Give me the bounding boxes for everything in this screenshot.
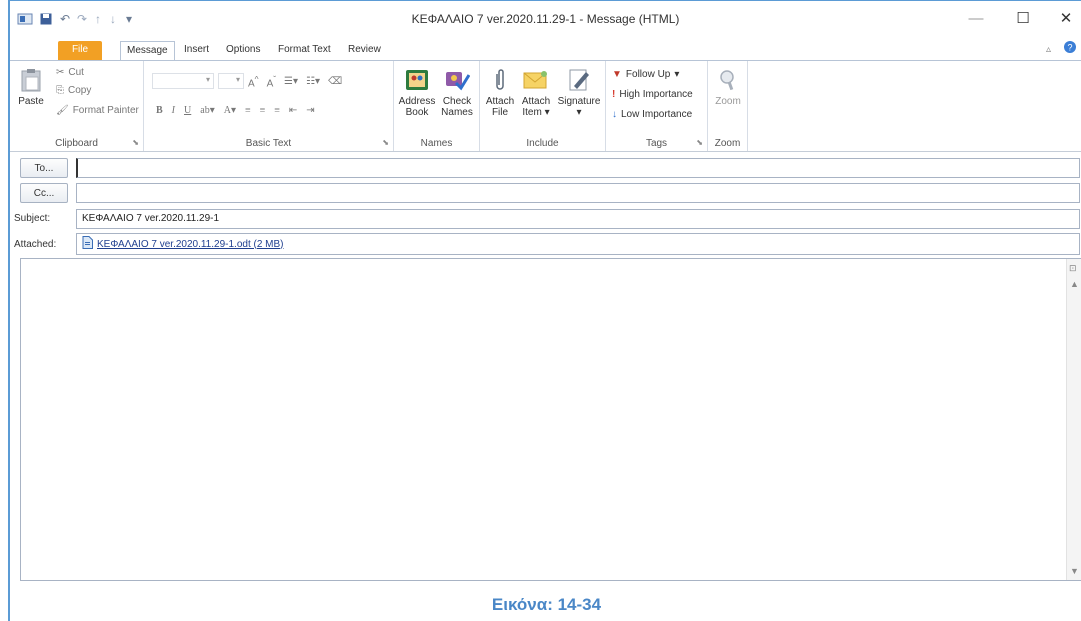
group-label: Include (526, 138, 559, 149)
flag-icon: ▼ (612, 69, 622, 80)
group-label: Names (420, 138, 453, 149)
document-icon (82, 236, 93, 252)
font-size-dropdown[interactable]: ▾ (218, 73, 244, 89)
window-title: ΚΕΦΑΛΑΙΟ 7 ver.2020.11.29-1 - Message (H… (411, 12, 680, 26)
to-field[interactable] (76, 158, 1080, 178)
dialog-launcher-icon[interactable]: ⬊ (696, 138, 703, 147)
to-button[interactable]: To... (20, 158, 68, 178)
numbering-icon[interactable]: ☷▾ (306, 76, 320, 87)
attachment-link[interactable]: ΚΕΦΑΛΑΙΟ 7 ver.2020.11.29-1.odt (2 MB) (97, 239, 284, 250)
tab-review[interactable]: Review (342, 41, 387, 60)
copy-icon: ⎘ (56, 85, 64, 96)
paste-button[interactable]: Paste (16, 67, 46, 107)
clear-formatting-icon[interactable]: ⌫ (328, 76, 342, 87)
underline-icon[interactable]: U (184, 105, 191, 116)
bold-icon[interactable]: B (156, 105, 163, 116)
highlight-icon[interactable]: ab▾ (200, 105, 214, 116)
close-button[interactable]: ✕ (1046, 5, 1081, 31)
address-book-icon (403, 67, 431, 93)
maximize-button[interactable]: ☐ (1003, 5, 1043, 31)
bullets-icon[interactable]: ☰▾ (284, 76, 298, 87)
tab-file[interactable]: File (58, 41, 102, 60)
shrink-font-icon[interactable]: Aˇ (267, 74, 276, 89)
tags-group: ▼ Follow Up ▾ ! High Importance ↓ Low Import… (606, 61, 708, 151)
group-label: Clipboard (55, 138, 98, 149)
increase-indent-icon[interactable]: ⇥ (306, 105, 314, 116)
minimize-button[interactable]: — (956, 5, 996, 31)
group-label: Tags (645, 138, 668, 149)
names-group: Address Book Check Names Names (394, 61, 480, 151)
align-left-icon[interactable]: ≡ (245, 105, 251, 116)
address-book-button[interactable]: Address Book (398, 67, 436, 118)
down-arrow-icon: ↓ (612, 109, 617, 120)
subject-field[interactable]: ΚΕΦΑΛΑΙΟ 7 ver.2020.11.29-1 (76, 209, 1080, 229)
clipboard-group: Paste ✂ Cut ⎘ Copy 🖌 Format Painter Clipboa… (10, 61, 144, 151)
cut-button[interactable]: ✂ Cut (56, 67, 84, 78)
figure-caption: Εικόνα: 14-34 (491, 595, 602, 614)
exclamation-icon: ! (612, 89, 616, 100)
attach-file-button[interactable]: Attach File (484, 67, 516, 118)
tab-options[interactable]: Options (220, 41, 266, 60)
outlook-message-window: ↶ ↷ ↑ ↓ ▾ ΚΕΦΑΛΑΙΟ 7 ver.2020.11.29-1 - … (8, 0, 1081, 621)
format-painter-button[interactable]: 🖌 Format Painter (56, 105, 139, 116)
ribbon-tabs: File Message Insert Options Format Text … (10, 38, 1081, 60)
cc-field[interactable] (76, 183, 1080, 203)
svg-text:?: ? (1067, 43, 1072, 53)
vertical-scrollbar[interactable]: ⊡ ▲ ▼ (1066, 259, 1081, 580)
group-label: Basic Text (245, 138, 292, 149)
brush-icon: 🖌 (56, 105, 69, 116)
grow-font-icon[interactable]: A^ (248, 74, 259, 89)
attach-item-button[interactable]: Attach Item ▾ (518, 67, 554, 118)
envelope-icon (522, 67, 550, 93)
copy-button[interactable]: ⎘ Copy (56, 85, 91, 96)
scissors-icon: ✂ (56, 67, 65, 78)
basic-text-group: ▾ ▾ A^ Aˇ ☰▾ ☷▾ ⌫ B I U ab▾ A▾ ≡ ≡ ≡ ⇤ ⇥… (144, 61, 394, 151)
minimize-ribbon-icon[interactable]: ▵ (1040, 41, 1057, 60)
font-size-tools: A^ Aˇ ☰▾ ☷▾ ⌫ (248, 74, 342, 89)
paperclip-icon (486, 67, 514, 93)
follow-up-button[interactable]: ▼ Follow Up ▾ (612, 69, 679, 80)
attached-field: ΚΕΦΑΛΑΙΟ 7 ver.2020.11.29-1.odt (2 MB) (76, 233, 1080, 255)
check-names-button[interactable]: Check Names (438, 67, 476, 118)
tab-insert[interactable]: Insert (178, 41, 215, 60)
subject-label: Subject: (14, 213, 51, 224)
low-importance-button[interactable]: ↓ Low Importance (612, 109, 692, 120)
title-bar: ↶ ↷ ↑ ↓ ▾ ΚΕΦΑΛΑΙΟ 7 ver.2020.11.29-1 - … (10, 1, 1081, 37)
signature-button[interactable]: Signature ▾ (556, 67, 602, 118)
zoom-button[interactable]: Zoom (710, 67, 746, 107)
tab-message[interactable]: Message (120, 41, 175, 60)
dialog-launcher-icon[interactable]: ⬊ (382, 138, 389, 147)
italic-icon[interactable]: I (172, 105, 175, 116)
align-right-icon[interactable]: ≡ (274, 105, 280, 116)
font-color-icon[interactable]: A▾ (224, 105, 236, 116)
signature-icon (565, 67, 593, 93)
dialog-launcher-icon[interactable]: ⬊ (132, 138, 139, 147)
clipboard-icon (17, 67, 45, 93)
ruler-icon[interactable]: ⊡ (1069, 263, 1077, 274)
zoom-group: Zoom Zoom (708, 61, 748, 151)
tab-format-text[interactable]: Format Text (272, 41, 337, 60)
help-icon[interactable]: ? (1058, 41, 1081, 60)
cc-button[interactable]: Cc... (20, 183, 68, 203)
format-tools: B I U ab▾ A▾ ≡ ≡ ≡ ⇤ ⇥ (156, 105, 315, 116)
include-group: Attach File Attach Item ▾ Signature ▾ In… (480, 61, 606, 151)
align-center-icon[interactable]: ≡ (260, 105, 266, 116)
group-label: Zoom (714, 138, 741, 149)
ribbon: Paste ✂ Cut ⎘ Copy 🖌 Format Painter Clipboa… (10, 60, 1081, 152)
message-body[interactable]: ⊡ ▲ ▼ (20, 258, 1081, 581)
decrease-indent-icon[interactable]: ⇤ (289, 105, 297, 116)
check-names-icon (443, 67, 471, 93)
attached-label: Attached: (14, 239, 57, 250)
font-name-dropdown[interactable]: ▾ (152, 73, 214, 89)
high-importance-button[interactable]: ! High Importance (612, 89, 693, 100)
magnifier-icon (714, 67, 742, 93)
scroll-down-icon[interactable]: ▼ (1070, 566, 1079, 576)
scroll-up-icon[interactable]: ▲ (1070, 279, 1079, 289)
